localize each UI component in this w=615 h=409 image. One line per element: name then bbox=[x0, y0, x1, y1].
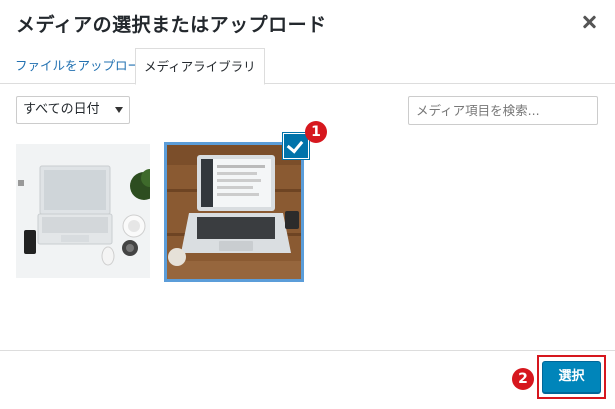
selection-frame bbox=[164, 142, 304, 282]
modal-title: メディアの選択またはアップロード bbox=[16, 14, 327, 36]
select-button[interactable]: 選択 bbox=[542, 361, 601, 393]
media-item-selected[interactable] bbox=[164, 134, 308, 282]
tab-media-library[interactable]: メディアライブラリ bbox=[135, 48, 265, 85]
media-modal: メディアの選択またはアップロード ファイルをアップロード メディアライブラリ す… bbox=[0, 0, 615, 409]
date-filter-select[interactable]: すべての日付 bbox=[16, 96, 130, 124]
dropdown-arrow-icon bbox=[115, 107, 123, 113]
media-thumbnail-image bbox=[16, 144, 150, 278]
annotation-badge-1: 1 bbox=[305, 121, 327, 143]
tab-bar: ファイルをアップロード メディアライブラリ bbox=[0, 48, 615, 85]
checkmark-icon[interactable] bbox=[284, 134, 308, 158]
media-item[interactable] bbox=[16, 144, 150, 278]
close-icon[interactable] bbox=[581, 14, 597, 30]
date-filter-value: すべての日付 bbox=[23, 102, 100, 117]
media-search-input[interactable] bbox=[408, 96, 598, 125]
annotation-badge-2: 2 bbox=[512, 368, 534, 390]
media-thumbnail-image bbox=[167, 145, 301, 279]
